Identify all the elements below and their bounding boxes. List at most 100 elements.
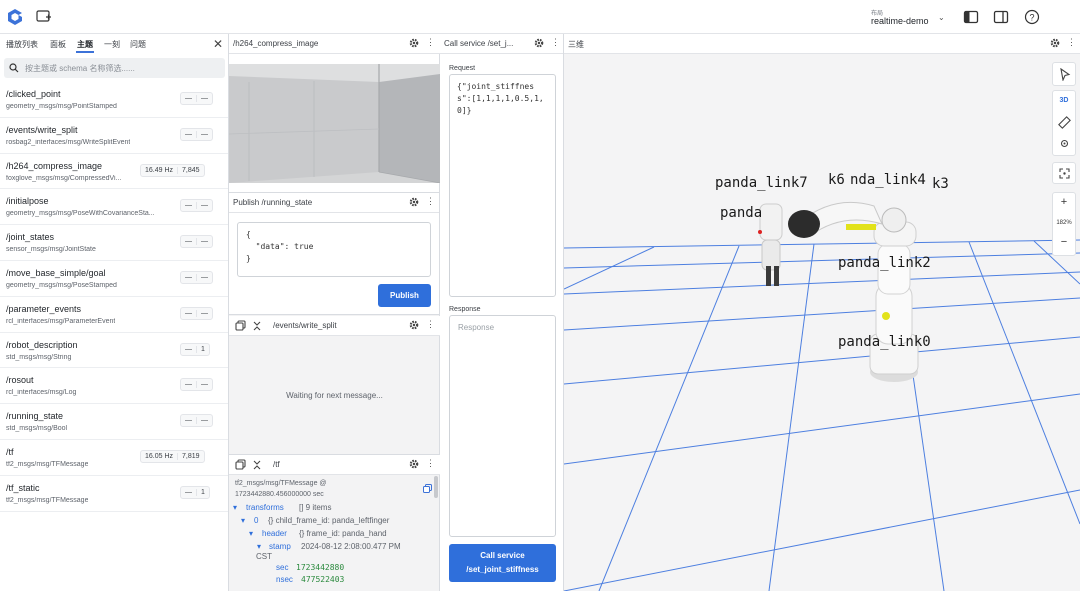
call-service-title: Call service /set_j... xyxy=(444,39,514,48)
request-editor[interactable]: {"joint_stiffness":[1,1,1,1,0.5,1,0]} xyxy=(449,74,556,297)
topic-row[interactable]: /tf tf2_msgs/msg/TFMessage 16.05 Hz 7,819 xyxy=(0,440,228,476)
toggle-3d-button[interactable]: 3D xyxy=(1053,97,1075,104)
gear-icon[interactable] xyxy=(409,320,419,330)
image-panel-header[interactable]: /h264_compress_image ⋮ xyxy=(229,34,440,54)
scrollbar[interactable] xyxy=(434,476,438,498)
topic-frequency: — xyxy=(185,309,192,317)
expand-caret-icon[interactable]: ▾ xyxy=(241,516,245,525)
tree-summary-item0: {} child_frame_id: panda_leftfinger xyxy=(268,516,390,525)
topic-row[interactable]: /tf_static tf2_msgs/msg/TFMessage —1 xyxy=(0,476,228,512)
topic-row[interactable]: /robot_description std_msgs/msg/String —1 xyxy=(0,333,228,369)
response-field[interactable]: Response xyxy=(449,315,556,537)
tab-playlist[interactable]: 播放列表 xyxy=(6,39,38,50)
expand-caret-icon[interactable]: ▾ xyxy=(249,529,253,538)
frame-label: k3 xyxy=(932,176,949,192)
expand-caret-icon[interactable]: ▾ xyxy=(233,503,237,512)
tree-summary-header: {} frame_id: panda_hand xyxy=(299,529,387,538)
topic-row[interactable]: /joint_states sensor_msgs/msg/JointState —… xyxy=(0,225,228,261)
tab-problems[interactable]: 问题 xyxy=(130,39,146,50)
topic-message-count: — xyxy=(196,95,212,102)
right-sidebar-icon[interactable] xyxy=(993,9,1009,25)
3d-panel-header[interactable]: 三维 ⋮ xyxy=(564,34,1080,54)
more-icon[interactable]: ⋮ xyxy=(1067,37,1076,48)
add-panel-icon[interactable] xyxy=(36,10,52,24)
gear-icon[interactable] xyxy=(409,197,419,207)
layout-selector[interactable]: realtime-demo xyxy=(871,16,929,26)
topic-schema: rcl_interfaces/msg/ParameterEvent xyxy=(6,317,116,325)
select-tool-button[interactable] xyxy=(1052,62,1076,86)
fit-view-button[interactable] xyxy=(1052,162,1076,184)
message-schema-line: tf2_msgs/msg/TFMessage @ xyxy=(235,480,327,487)
topic-message-count: — xyxy=(196,381,212,389)
help-icon[interactable]: ? xyxy=(1024,9,1040,25)
tree-key-item0[interactable]: 0 xyxy=(254,516,258,525)
tab-moment[interactable]: 一刻 xyxy=(104,39,120,50)
3d-panel-title: 三维 xyxy=(568,40,584,49)
more-icon[interactable]: ⋮ xyxy=(426,196,435,207)
topic-schema: geometry_msgs/msg/PoseWithCovarianceSta.… xyxy=(6,210,155,218)
topic-row[interactable]: /h264_compress_image foxglove_msgs/msg/Co… xyxy=(0,154,228,190)
topic-row[interactable]: /rosout rcl_interfaces/msg/Log — — xyxy=(0,368,228,405)
3d-viewport[interactable] xyxy=(564,54,1080,591)
gear-icon[interactable] xyxy=(1050,38,1060,48)
topic-schema: geometry_msgs/msg/PoseStamped xyxy=(6,282,117,289)
collapse-icon[interactable] xyxy=(253,460,261,470)
expand-caret-icon[interactable]: ▾ xyxy=(257,542,261,551)
response-label: Response xyxy=(449,306,481,313)
copy-icon[interactable] xyxy=(423,484,432,493)
gear-icon[interactable] xyxy=(409,38,419,48)
publish-point-icon[interactable] xyxy=(1059,138,1070,149)
topic-message-count: — xyxy=(196,417,212,425)
call-service-button[interactable]: Call service /set_joint_stiffness xyxy=(449,544,556,582)
call-service-header[interactable]: Call service /set_j... ⋮ xyxy=(440,34,563,54)
topic-name: /running_state xyxy=(6,411,64,422)
topic-row[interactable]: /initialpose geometry_msgs/msg/PoseWithCo… xyxy=(0,189,228,226)
collapse-icon[interactable] xyxy=(253,321,261,331)
topic-name: /tf_static xyxy=(6,482,40,493)
topic-message-count: — xyxy=(196,309,212,317)
topic-schema: tf2_msgs/msg/TFMessage xyxy=(6,496,89,504)
topic-schema: std_msgs/msg/String xyxy=(6,353,72,361)
topic-stats-badge: —1 xyxy=(180,485,210,499)
gear-icon[interactable] xyxy=(409,459,419,469)
topic-row[interactable]: /clicked_point geometry_msgs/msg/PointSta… xyxy=(0,82,228,118)
topic-row[interactable]: /move_base_simple/goal geometry_msgs/msg/… xyxy=(0,261,228,297)
raw-messages-header[interactable]: /events/write_split ⋮ xyxy=(229,316,440,336)
left-sidebar-icon[interactable] xyxy=(963,9,979,25)
chevron-down-icon[interactable]: ⌄ xyxy=(938,13,945,22)
topic-frequency: — xyxy=(185,488,192,496)
publish-button[interactable]: Publish xyxy=(378,284,431,307)
topic-row[interactable]: /events/write_split rosbag2_interfaces/ms… xyxy=(0,118,228,154)
gear-icon[interactable] xyxy=(534,38,544,48)
publish-message-editor[interactable]: { "data": true } xyxy=(237,222,431,277)
tree-value-stamp-tz: CST xyxy=(256,552,272,561)
ruler-icon[interactable] xyxy=(1058,116,1071,129)
topic-message-count: 7,845 xyxy=(177,166,204,174)
close-icon[interactable]: ✕ xyxy=(213,37,223,51)
tab-panels[interactable]: 面板 xyxy=(50,39,66,50)
more-icon[interactable]: ⋮ xyxy=(426,458,435,469)
topic-row[interactable]: /running_state std_msgs/msg/Bool — — xyxy=(0,404,228,440)
raw-messages-topic[interactable]: /tf xyxy=(273,460,280,469)
tab-topics[interactable]: 主题 xyxy=(77,39,93,50)
more-icon[interactable]: ⋮ xyxy=(426,319,435,330)
tree-key-header[interactable]: header xyxy=(262,529,287,538)
publish-panel-header[interactable]: Publish /running_state ⋮ xyxy=(229,193,439,213)
more-icon[interactable]: ⋮ xyxy=(426,37,435,48)
tree-key-stamp[interactable]: stamp xyxy=(269,542,291,551)
raw-messages-topic[interactable]: /events/write_split xyxy=(273,321,337,330)
zoom-in-button[interactable]: + xyxy=(1053,196,1075,208)
foxglove-logo-icon[interactable] xyxy=(6,8,24,26)
call-service-button-line1: Call service xyxy=(480,551,525,560)
tree-key-transforms[interactable]: transforms xyxy=(246,503,284,512)
copy-icon[interactable] xyxy=(235,320,246,331)
frame-label: nda_link4 xyxy=(850,172,926,188)
more-icon[interactable]: ⋮ xyxy=(551,37,560,48)
topic-stats-badge: — — xyxy=(180,235,213,249)
copy-icon[interactable] xyxy=(235,459,246,470)
raw-messages-header[interactable]: /tf ⋮ xyxy=(229,455,440,475)
zoom-out-button[interactable]: − xyxy=(1053,236,1075,248)
call-service-button-line2: /set_joint_stiffness xyxy=(466,565,539,574)
topic-row[interactable]: /parameter_events rcl_interfaces/msg/Para… xyxy=(0,297,228,333)
frame-label: panda_link2 xyxy=(838,255,931,271)
